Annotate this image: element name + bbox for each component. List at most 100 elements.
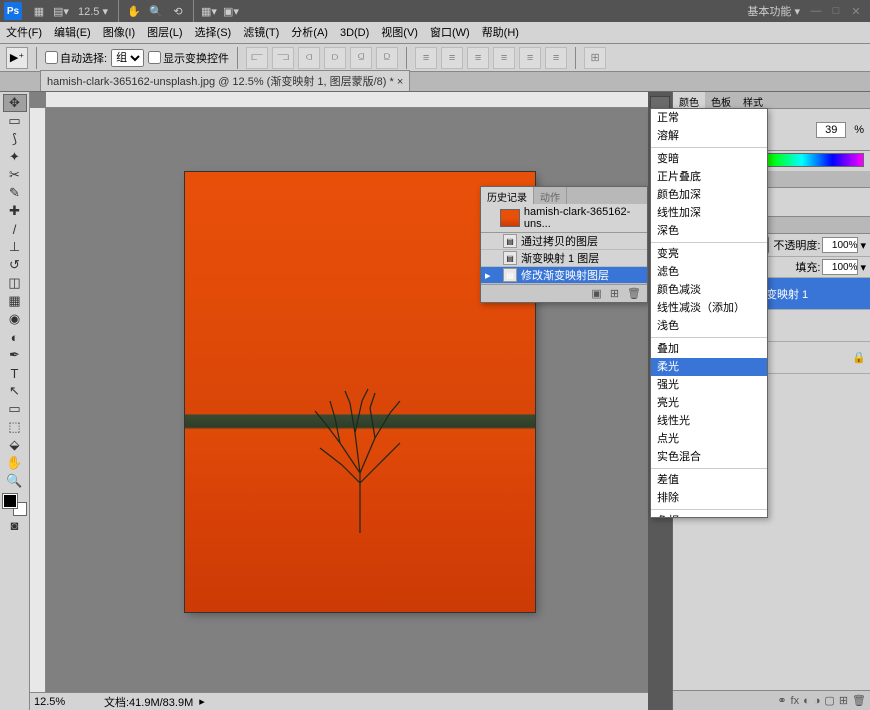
mask-icon[interactable]: ◐ [803, 695, 810, 707]
blend-mode-option[interactable]: 点光 [651, 430, 767, 448]
screen-icon[interactable]: ▣▾ [222, 2, 240, 20]
bridge-icon[interactable]: ▦ [30, 2, 48, 20]
rotate-icon[interactable]: ⟲ [169, 2, 187, 20]
menu-filter[interactable]: 滤镜(T) [237, 22, 285, 44]
menu-edit[interactable]: 编辑(E) [48, 22, 97, 44]
distribute-icon[interactable]: ≡ [545, 47, 567, 69]
blend-mode-option[interactable]: 实色混合 [651, 448, 767, 466]
menu-view[interactable]: 视图(V) [375, 22, 424, 44]
blend-mode-option[interactable]: 滤色 [651, 263, 767, 281]
blend-mode-option[interactable]: 正常 [651, 109, 767, 127]
blend-mode-option[interactable]: 正片叠底 [651, 168, 767, 186]
blend-mode-option[interactable]: 变暗 [651, 150, 767, 168]
eraser-tool[interactable]: ◫ [3, 274, 27, 292]
trash-icon[interactable]: 🗑 [852, 694, 866, 707]
auto-align-icon[interactable]: ⊞ [584, 47, 606, 69]
menu-layer[interactable]: 图层(L) [141, 22, 188, 44]
3d-tool[interactable]: ⬚ [3, 418, 27, 436]
menu-window[interactable]: 窗口(W) [424, 22, 476, 44]
menu-select[interactable]: 选择(S) [189, 22, 238, 44]
tab-actions[interactable]: 动作 [534, 187, 567, 204]
show-transform-check[interactable]: 显示变换控件 [148, 50, 229, 66]
blend-mode-option[interactable]: 差值 [651, 471, 767, 489]
distribute-icon[interactable]: ≡ [415, 47, 437, 69]
trash-icon[interactable]: 🗑 [627, 287, 641, 300]
history-brush-tool[interactable]: ↺ [3, 256, 27, 274]
blend-mode-option[interactable]: 深色 [651, 222, 767, 240]
blend-mode-option[interactable]: 排除 [651, 489, 767, 507]
shape-tool[interactable]: ▭ [3, 400, 27, 418]
maximize-icon[interactable]: □ [828, 3, 844, 19]
adjustment-icon[interactable]: ◑ [814, 695, 821, 707]
minimize-icon[interactable]: — [808, 3, 824, 19]
document-tab[interactable]: hamish-clark-365162-unsplash.jpg @ 12.5%… [40, 70, 410, 91]
align-icon[interactable]: ⫐ [324, 47, 346, 69]
gradient-tool[interactable]: ▦ [3, 292, 27, 310]
dodge-tool[interactable]: ◐ [3, 328, 27, 346]
move-tool[interactable]: ✥ [3, 94, 27, 112]
move-tool-preset[interactable]: ▶⁺ [6, 47, 28, 69]
marquee-tool[interactable]: ▭ [3, 112, 27, 130]
new-layer-icon[interactable]: ⊞ [839, 694, 848, 707]
menu-3d[interactable]: 3D(D) [334, 22, 375, 44]
auto-select-check[interactable]: 自动选择: [45, 50, 107, 66]
status-docsize[interactable]: 文档:41.9M/83.9M [104, 694, 193, 710]
fx-icon[interactable]: fx [791, 695, 800, 707]
tab-color[interactable]: 颜色 [673, 92, 705, 108]
blend-mode-option[interactable]: 强光 [651, 376, 767, 394]
blend-mode-option[interactable]: 色相 [651, 512, 767, 518]
align-icon[interactable]: ⫍ [246, 47, 268, 69]
type-tool[interactable]: T [3, 364, 27, 382]
blend-mode-option[interactable]: 线性光 [651, 412, 767, 430]
tab-history[interactable]: 历史记录 [481, 187, 534, 204]
zoom-level[interactable]: 12.5 ▾ [78, 5, 108, 18]
blend-mode-option[interactable]: 线性减淡（添加） [651, 299, 767, 317]
layout-icon[interactable]: ▤▾ [52, 2, 70, 20]
blend-mode-option[interactable]: 溶解 [651, 127, 767, 145]
blend-mode-option[interactable]: 叠加 [651, 340, 767, 358]
healing-tool[interactable]: ✚ [3, 202, 27, 220]
tab-swatches[interactable]: 色板 [705, 92, 737, 108]
align-icon[interactable]: ⫎ [272, 47, 294, 69]
wand-tool[interactable]: ✦ [3, 148, 27, 166]
pen-tool[interactable]: ✒ [3, 346, 27, 364]
status-zoom[interactable]: 12.5% [34, 696, 84, 708]
tab-styles[interactable]: 样式 [737, 92, 769, 108]
align-icon[interactable]: ⫏ [298, 47, 320, 69]
crop-tool[interactable]: ✂ [3, 166, 27, 184]
menu-analysis[interactable]: 分析(A) [285, 22, 334, 44]
blend-mode-option[interactable]: 颜色加深 [651, 186, 767, 204]
align-icon[interactable]: ⫑ [350, 47, 372, 69]
menu-file[interactable]: 文件(F) [0, 22, 48, 44]
eyedropper-tool[interactable]: ✎ [3, 184, 27, 202]
opacity-input[interactable] [822, 237, 858, 253]
distribute-icon[interactable]: ≡ [467, 47, 489, 69]
blend-mode-option[interactable]: 浅色 [651, 317, 767, 335]
align-icon[interactable]: ⫒ [376, 47, 398, 69]
foreground-background-swatch[interactable] [3, 494, 27, 516]
quickmask-icon[interactable]: ◙ [3, 516, 27, 534]
auto-select-target[interactable]: 组 [111, 49, 144, 67]
close-icon[interactable]: ✕ [848, 3, 864, 19]
zoom-icon[interactable]: 🔍 [147, 2, 165, 20]
history-item[interactable]: ▤ 渐变映射 1 图层 [481, 250, 647, 267]
link-icon[interactable]: ⚭ [777, 694, 786, 707]
path-tool[interactable]: ↖ [3, 382, 27, 400]
distribute-icon[interactable]: ≡ [441, 47, 463, 69]
menu-help[interactable]: 帮助(H) [476, 22, 525, 44]
3d-camera-tool[interactable]: ⬙ [3, 436, 27, 454]
new-icon[interactable]: ⊞ [610, 287, 619, 300]
history-source-row[interactable]: hamish-clark-365162-uns... [481, 204, 647, 233]
hand-tool[interactable]: ✋ [3, 454, 27, 472]
camera-icon[interactable]: ▣ [591, 287, 601, 300]
folder-icon[interactable]: ▢ [824, 694, 834, 707]
history-item[interactable]: ▸ ▤ 修改渐变映射图层 [481, 267, 647, 284]
fill-input[interactable] [822, 259, 858, 275]
blend-mode-option[interactable]: 线性加深 [651, 204, 767, 222]
color-value-input[interactable] [816, 122, 846, 138]
arrange-icon[interactable]: ▦▾ [200, 2, 218, 20]
stamp-tool[interactable]: ⊥ [3, 238, 27, 256]
zoom-tool[interactable]: 🔍 [3, 472, 27, 490]
hand-icon[interactable]: ✋ [125, 2, 143, 20]
blur-tool[interactable]: ◉ [3, 310, 27, 328]
